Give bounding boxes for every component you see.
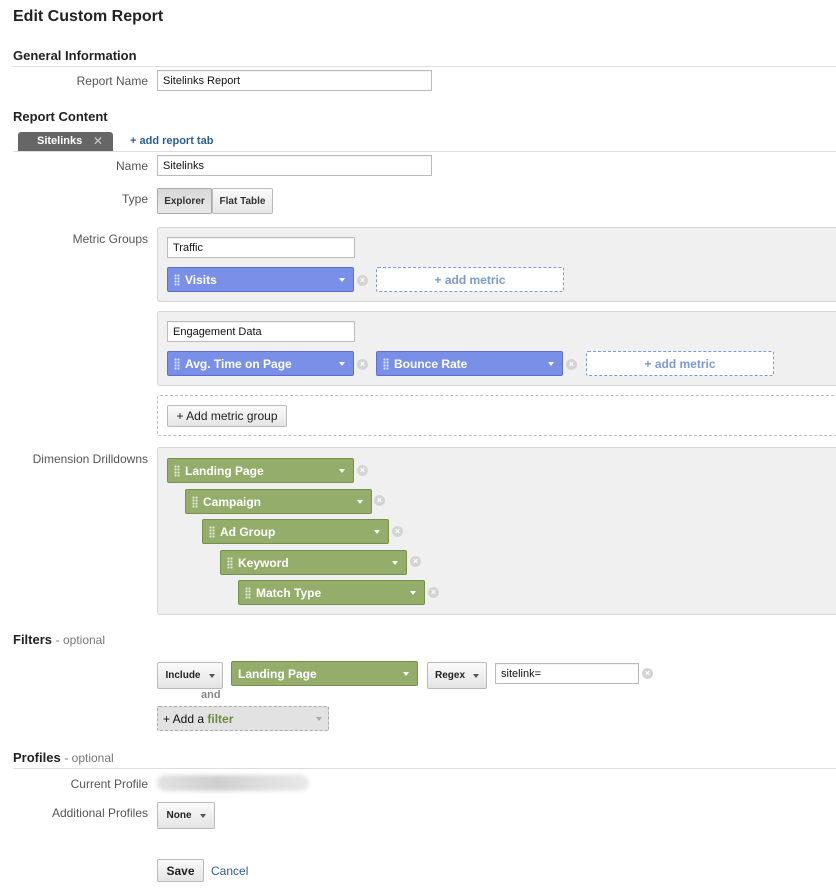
remove-icon[interactable]: ×	[642, 668, 653, 679]
add-filter-word: filter	[207, 712, 234, 726]
match-type-label: Regex	[434, 670, 465, 681]
filter-dimension-chip[interactable]: Landing Page	[231, 661, 418, 686]
include-label: Include	[165, 670, 201, 681]
and-label: and	[201, 689, 221, 701]
dimension-drilldowns-box: Landing Page × Campaign × Ad Group × Key…	[157, 447, 836, 615]
dimension-label: Match Type	[256, 585, 322, 600]
metric-label: Bounce Rate	[394, 356, 468, 371]
chevron-down-icon[interactable]	[548, 362, 554, 366]
divider	[13, 768, 836, 769]
filter-dimension-label: Landing Page	[238, 666, 317, 681]
tab-sitelinks[interactable]: Sitelinks ✕	[18, 132, 113, 151]
dimension-chip-campaign[interactable]: Campaign	[185, 489, 372, 514]
dimension-label: Campaign	[203, 494, 262, 509]
tab-label: Sitelinks	[37, 135, 83, 147]
metric-group-traffic: Visits × + add metric	[157, 227, 836, 302]
filters-title: Filters	[13, 632, 53, 647]
close-icon[interactable]: ✕	[93, 134, 103, 148]
type-flat-table-button[interactable]: Flat Table	[212, 188, 273, 214]
add-metric-button[interactable]: + add metric	[586, 351, 774, 376]
metric-group-engagement: Avg. Time on Page × Bounce Rate × + add …	[157, 311, 836, 386]
chevron-down-icon[interactable]	[339, 469, 345, 473]
report-content-heading: Report Content	[13, 109, 108, 124]
drag-handle-icon[interactable]	[245, 586, 251, 599]
add-filter-button[interactable]: + Add a filter	[157, 706, 329, 731]
remove-icon[interactable]: ×	[410, 556, 421, 567]
add-metric-group-button[interactable]: + Add metric group	[167, 405, 287, 427]
filter-value-input[interactable]	[495, 663, 639, 684]
drag-handle-icon[interactable]	[383, 357, 389, 370]
general-info-heading: General Information	[13, 48, 137, 63]
current-profile-value-redacted	[157, 775, 309, 791]
report-name-label: Report Name	[76, 74, 148, 88]
dimension-label: Keyword	[238, 555, 289, 570]
filters-heading: Filters - optional	[13, 632, 105, 647]
chevron-down-icon[interactable]	[357, 500, 363, 504]
remove-icon[interactable]: ×	[357, 359, 368, 370]
chevron-down-icon[interactable]	[339, 362, 345, 366]
cancel-link[interactable]: Cancel	[211, 864, 248, 878]
metric-label: Avg. Time on Page	[185, 356, 292, 371]
divider	[13, 151, 836, 152]
tab-name-input[interactable]	[157, 155, 432, 176]
type-label: Type	[121, 192, 148, 206]
profiles-optional: - optional	[64, 751, 114, 765]
chevron-down-icon	[199, 813, 206, 818]
divider	[13, 66, 836, 67]
additional-profiles-value: None	[166, 810, 192, 821]
additional-profiles-dropdown[interactable]: None	[157, 802, 215, 829]
profiles-heading: Profiles - optional	[13, 750, 114, 765]
remove-icon[interactable]: ×	[566, 359, 577, 370]
chevron-down-icon[interactable]	[410, 591, 416, 595]
chevron-down-icon[interactable]	[403, 672, 409, 676]
metric-group-name-input[interactable]	[167, 321, 355, 342]
name-label: Name	[115, 159, 148, 173]
report-name-input[interactable]	[157, 70, 432, 91]
profiles-title: Profiles	[13, 750, 61, 765]
include-dropdown[interactable]: Include	[157, 662, 223, 689]
metric-chip-avg-time-on-page[interactable]: Avg. Time on Page	[167, 351, 354, 376]
dimension-chip-ad-group[interactable]: Ad Group	[202, 519, 389, 544]
current-profile-label: Current Profile	[70, 777, 148, 791]
drag-handle-icon[interactable]	[174, 273, 180, 286]
chevron-down-icon[interactable]	[339, 278, 345, 282]
remove-icon[interactable]: ×	[392, 526, 403, 537]
remove-icon[interactable]: ×	[374, 495, 385, 506]
metric-group-name-input[interactable]	[167, 237, 355, 258]
remove-icon[interactable]: ×	[357, 465, 368, 476]
remove-icon[interactable]: ×	[428, 587, 439, 598]
chevron-down-icon	[473, 673, 479, 678]
type-explorer-button[interactable]: Explorer	[157, 188, 212, 214]
add-filter-prefix: + Add a	[163, 712, 205, 726]
metric-label: Visits	[185, 272, 217, 287]
chevron-down-icon	[316, 717, 322, 721]
metric-groups-label: Metric Groups	[72, 232, 148, 246]
metric-chip-visits[interactable]: Visits	[167, 267, 354, 292]
dimension-drilldowns-label: Dimension Drilldowns	[32, 452, 148, 466]
chevron-down-icon[interactable]	[374, 530, 380, 534]
drag-handle-icon[interactable]	[209, 525, 215, 538]
add-report-tab-link[interactable]: + add report tab	[130, 135, 213, 147]
match-type-dropdown[interactable]: Regex	[427, 662, 487, 689]
dimension-label: Landing Page	[185, 463, 264, 478]
dimension-chip-match-type[interactable]: Match Type	[238, 580, 425, 605]
metric-chip-bounce-rate[interactable]: Bounce Rate	[376, 351, 563, 376]
chevron-down-icon	[208, 673, 215, 678]
page-title: Edit Custom Report	[13, 8, 164, 25]
additional-profiles-label: Additional Profiles	[51, 806, 148, 820]
drag-handle-icon[interactable]	[192, 495, 198, 508]
add-metric-button[interactable]: + add metric	[376, 267, 564, 292]
add-metric-group-area: + Add metric group	[157, 395, 836, 436]
drag-handle-icon[interactable]	[227, 556, 233, 569]
drag-handle-icon[interactable]	[174, 464, 180, 477]
chevron-down-icon[interactable]	[392, 561, 398, 565]
drag-handle-icon[interactable]	[174, 357, 180, 370]
save-button[interactable]: Save	[157, 859, 204, 882]
remove-icon[interactable]: ×	[357, 275, 368, 286]
dimension-chip-landing-page[interactable]: Landing Page	[167, 458, 354, 483]
filters-optional: - optional	[55, 633, 106, 647]
dimension-chip-keyword[interactable]: Keyword	[220, 550, 407, 575]
dimension-label: Ad Group	[220, 524, 276, 539]
